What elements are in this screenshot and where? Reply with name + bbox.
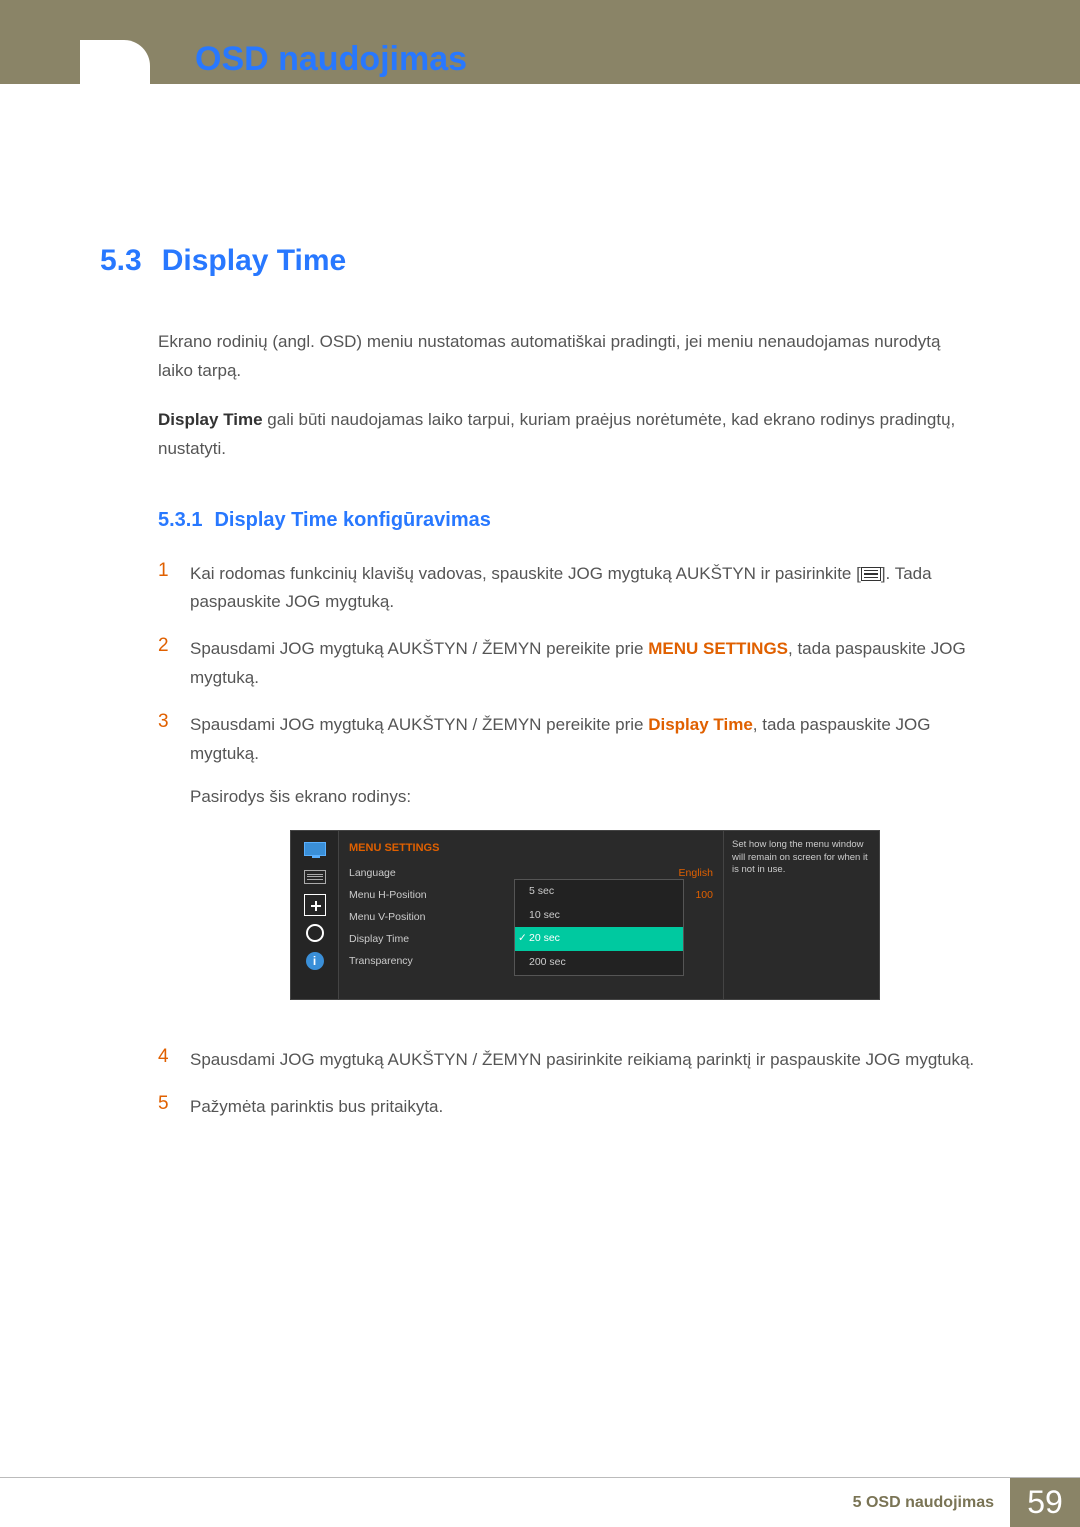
menu-icon: [861, 567, 881, 581]
step-body: Pažymėta parinktis bus pritaikyta.: [190, 1093, 443, 1122]
step-3-subline: Pasirodys šis ekrano rodinys:: [190, 783, 980, 812]
header-bar: OSD naudojimas: [0, 0, 1080, 84]
osd-dropdown: 5 sec 10 sec 20 sec 200 sec: [514, 879, 684, 976]
menu-settings-label: MENU SETTINGS: [648, 639, 788, 658]
subsection-number: 5.3.1: [158, 509, 202, 531]
osd-option: 200 sec: [515, 951, 683, 975]
display-time-label: Display Time: [648, 715, 753, 734]
step-2-before: Spausdami JOG mygtuką AUKŠTYN / ŽEMYN pe…: [190, 639, 648, 658]
intro-paragraph-1: Ekrano rodinių (angl. OSD) meniu nustato…: [158, 328, 980, 386]
osd-row-label: Transparency: [349, 953, 413, 971]
osd-title: MENU SETTINGS: [349, 839, 713, 858]
monitor-icon: [302, 839, 328, 859]
position-icon: [302, 895, 328, 915]
osd-row-label: Menu H-Position: [349, 887, 427, 905]
footer: 5 OSD naudojimas 59: [0, 1477, 1080, 1527]
content-area: 5.3 Display Time Ekrano rodinių (angl. O…: [0, 84, 1080, 1122]
step-number: 3: [158, 711, 172, 1028]
osd-row-value: 100: [695, 887, 713, 905]
gear-icon: [302, 923, 328, 943]
intro-paragraph-2: Display Time gali būti naudojamas laiko …: [158, 406, 980, 464]
tab-corner: [80, 40, 150, 84]
osd-row-label: Language: [349, 865, 396, 883]
step-3: 3 Spausdami JOG mygtuką AUKŠTYN / ŽEMYN …: [158, 711, 980, 1028]
osd-option-selected: 20 sec: [515, 927, 683, 951]
info-icon: i: [302, 951, 328, 971]
steps-list: 1 Kai rodomas funkcinių klavišų vadovas,…: [158, 560, 980, 1122]
step-1-before: Kai rodomas funkcinių klavišų vadovas, s…: [190, 564, 861, 583]
step-body: Spausdami JOG mygtuką AUKŠTYN / ŽEMYN pe…: [190, 711, 980, 1028]
display-time-bold: Display Time: [158, 410, 263, 429]
osd-main-panel: MENU SETTINGS Language English Menu H-Po…: [339, 831, 724, 999]
step-5: 5 Pažymėta parinktis bus pritaikyta.: [158, 1093, 980, 1122]
subsection-heading: 5.3.1 Display Time konfigūravimas: [158, 509, 980, 532]
osd-option: 5 sec: [515, 880, 683, 904]
step-body: Spausdami JOG mygtuką AUKŠTYN / ŽEMYN pe…: [190, 635, 980, 693]
osd-row-label: Display Time: [349, 931, 409, 949]
step-1: 1 Kai rodomas funkcinių klavišų vadovas,…: [158, 560, 980, 618]
step-4: 4 Spausdami JOG mygtuką AUKŠTYN / ŽEMYN …: [158, 1046, 980, 1075]
step-body: Spausdami JOG mygtuką AUKŠTYN / ŽEMYN pa…: [190, 1046, 974, 1075]
step-number: 4: [158, 1046, 172, 1075]
osd-option: 10 sec: [515, 904, 683, 928]
osd-sidebar: i: [291, 831, 339, 999]
subsection-title: Display Time konfigūravimas: [214, 509, 490, 531]
osd-help-text: Set how long the menu window will remain…: [724, 831, 879, 999]
osd-row-label: Menu V-Position: [349, 909, 425, 927]
step-number: 5: [158, 1093, 172, 1122]
chapter-title: OSD naudojimas: [195, 40, 467, 79]
list-icon: [302, 867, 328, 887]
osd-screenshot: i MENU SETTINGS Language English Menu H-…: [290, 830, 880, 1000]
section-heading: 5.3 Display Time: [100, 244, 980, 278]
intro-paragraph-2-rest: gali būti naudojamas laiko tarpui, kuria…: [158, 410, 955, 458]
footer-label: 5 OSD naudojimas: [853, 1478, 1010, 1527]
section-number: 5.3: [100, 244, 142, 278]
step-3-before: Spausdami JOG mygtuką AUKŠTYN / ŽEMYN pe…: [190, 715, 648, 734]
step-2: 2 Spausdami JOG mygtuką AUKŠTYN / ŽEMYN …: [158, 635, 980, 693]
page-number: 59: [1010, 1478, 1080, 1527]
step-number: 1: [158, 560, 172, 618]
section-title: Display Time: [162, 244, 347, 278]
step-number: 2: [158, 635, 172, 693]
step-body: Kai rodomas funkcinių klavišų vadovas, s…: [190, 560, 980, 618]
